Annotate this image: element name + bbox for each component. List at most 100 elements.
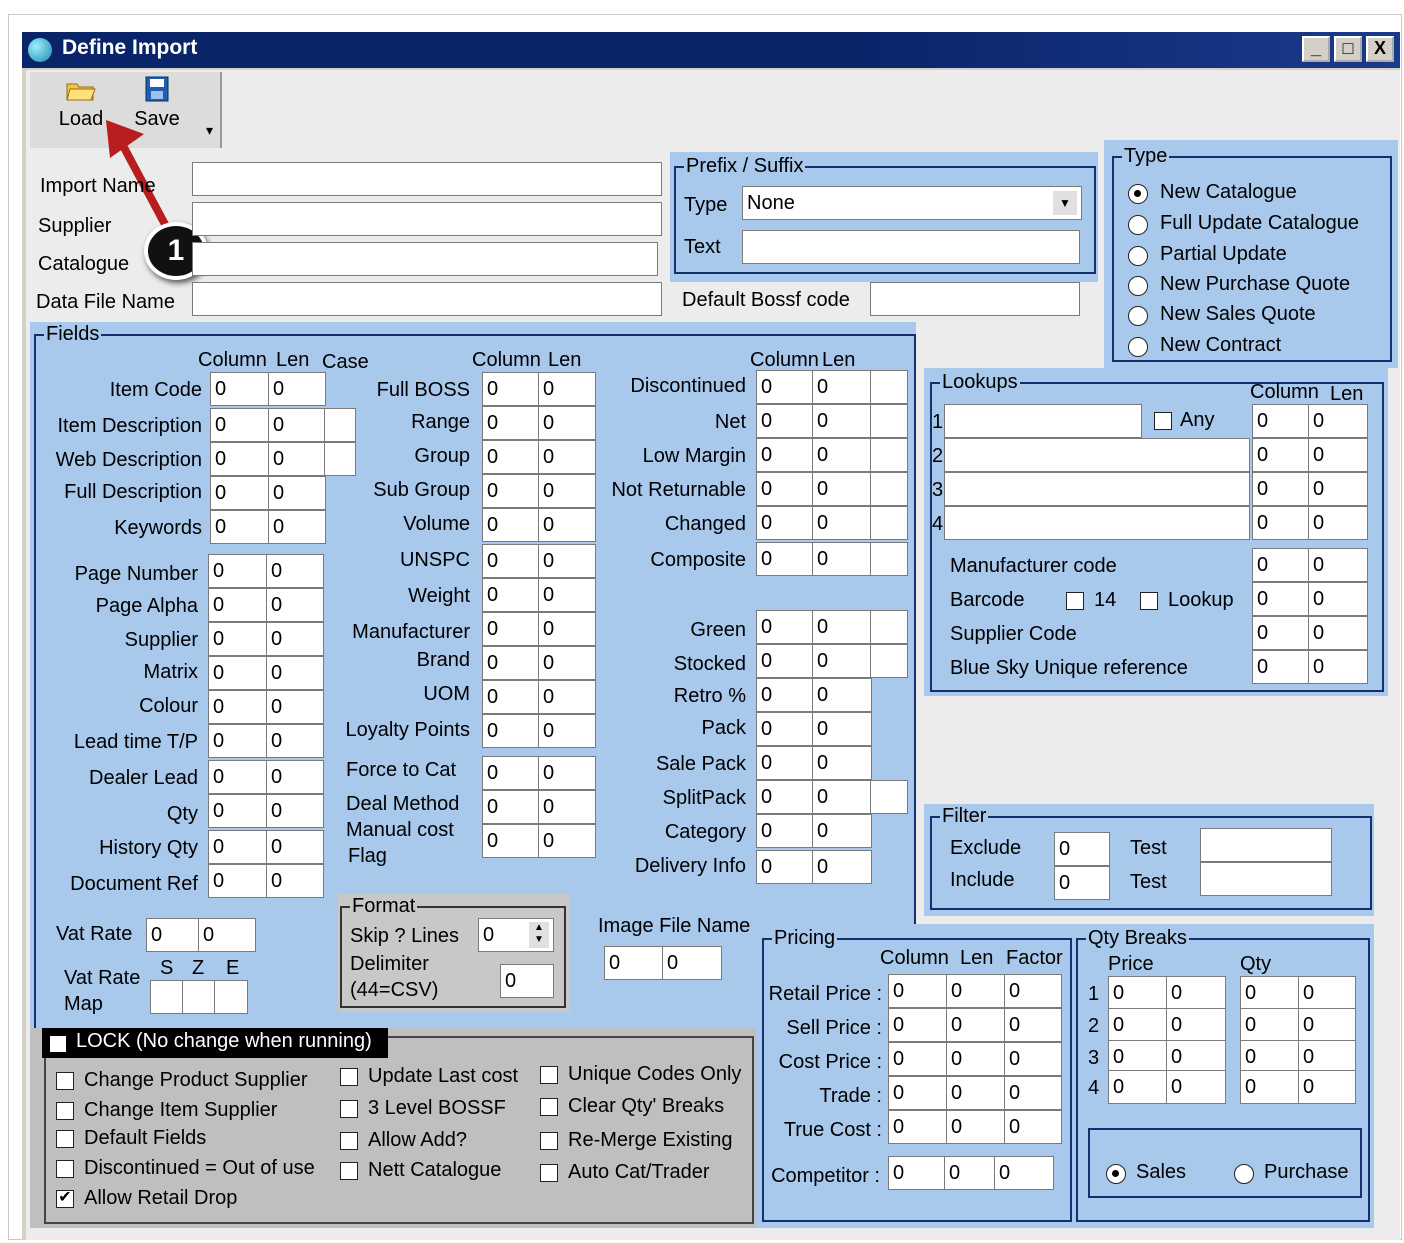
lookup-row-len[interactable]: 0 [1308, 548, 1368, 582]
qty-qty-len[interactable]: 0 [1298, 1008, 1356, 1042]
lock-option-checkbox[interactable] [540, 1164, 558, 1182]
field-right-case[interactable] [870, 370, 908, 404]
vat-map-e[interactable] [214, 980, 248, 1014]
qty-price-column[interactable]: 0 [1108, 1040, 1168, 1074]
field-right-len[interactable]: 0 [812, 712, 872, 746]
field-right-column[interactable]: 0 [756, 404, 814, 438]
field-left-column[interactable]: 0 [210, 372, 270, 406]
field-right-case[interactable] [870, 610, 908, 644]
vat-map-s[interactable] [150, 980, 184, 1014]
pricing-len[interactable]: 0 [946, 1076, 1006, 1110]
field-right-len[interactable]: 0 [812, 850, 872, 884]
load-button[interactable]: Load [56, 76, 106, 131]
field-right-column[interactable]: 0 [756, 644, 814, 678]
type-radio-4[interactable] [1128, 306, 1148, 326]
qty-qty-len[interactable]: 0 [1298, 1070, 1356, 1104]
lookup-input[interactable] [944, 438, 1250, 472]
filter-include-test-input[interactable] [1200, 862, 1332, 896]
any-checkbox[interactable] [1154, 412, 1172, 430]
field-right-column[interactable]: 0 [756, 542, 814, 576]
lookup-len[interactable]: 0 [1308, 404, 1368, 438]
field-left-len[interactable]: 0 [268, 510, 326, 544]
field-right-len[interactable]: 0 [812, 814, 872, 848]
lookup-row-len[interactable]: 0 [1308, 650, 1368, 684]
field-left-column[interactable]: 0 [208, 656, 268, 690]
lock-option-checkbox[interactable] [56, 1160, 74, 1178]
field-left-column[interactable]: 0 [210, 408, 270, 442]
field-left-len[interactable]: 0 [266, 554, 324, 588]
qty-price-column[interactable]: 0 [1108, 1008, 1168, 1042]
field-right-column[interactable]: 0 [756, 438, 814, 472]
field-mid-column[interactable]: 0 [482, 544, 540, 578]
type-radio-2[interactable] [1128, 246, 1148, 266]
pricing-column[interactable]: 0 [888, 1008, 948, 1042]
field-right-case[interactable] [870, 438, 908, 472]
field-right-len[interactable]: 0 [812, 438, 872, 472]
field-right-column[interactable]: 0 [756, 610, 814, 644]
field-right-len[interactable]: 0 [812, 746, 872, 780]
lookup-row-len[interactable]: 0 [1308, 582, 1368, 616]
lock-option-checkbox[interactable] [56, 1072, 74, 1090]
field-right-column[interactable]: 0 [756, 678, 814, 712]
prefix-type-select[interactable]: None ▼ [742, 186, 1082, 220]
field-right-case[interactable] [870, 404, 908, 438]
lock-option-checkbox[interactable] [540, 1098, 558, 1116]
type-radio-0[interactable] [1128, 184, 1148, 204]
field-mid-column[interactable]: 0 [482, 440, 540, 474]
lock-option-checkbox[interactable] [340, 1162, 358, 1180]
field-left-len[interactable]: 0 [266, 690, 324, 724]
delimiter-input[interactable]: 0 [500, 964, 554, 998]
field-right-case[interactable] [870, 472, 908, 506]
lock-option-checkbox[interactable] [56, 1130, 74, 1148]
prefix-text-input[interactable] [742, 230, 1080, 264]
pricing-column[interactable]: 0 [888, 1042, 948, 1076]
field-left-len[interactable]: 0 [266, 622, 324, 656]
qty-qty-column[interactable]: 0 [1240, 1008, 1300, 1042]
field-left-len[interactable]: 0 [268, 476, 326, 510]
field-right-column[interactable]: 0 [756, 712, 814, 746]
type-radio-1[interactable] [1128, 215, 1148, 235]
field-mid-column[interactable]: 0 [482, 680, 540, 714]
lookup-input[interactable] [944, 472, 1250, 506]
field-left-len[interactable]: 0 [266, 794, 324, 828]
lookup-column[interactable]: 0 [1252, 506, 1310, 540]
lookup-len[interactable]: 0 [1308, 438, 1368, 472]
field-right-column[interactable]: 0 [756, 472, 814, 506]
field-mid-column[interactable]: 0 [482, 508, 540, 542]
qty-price-column[interactable]: 0 [1108, 1070, 1168, 1104]
pricing-len[interactable]: 0 [946, 1008, 1006, 1042]
field-mid-column[interactable]: 0 [482, 612, 540, 646]
lock-option-checkbox[interactable] [340, 1132, 358, 1150]
field-right-case[interactable] [870, 542, 908, 576]
field-mid-column[interactable]: 0 [482, 756, 540, 790]
field-mid-column[interactable]: 0 [482, 646, 540, 680]
pricing-factor[interactable]: 0 [1004, 1008, 1062, 1042]
field-left-column[interactable]: 0 [208, 690, 268, 724]
lookup-row-column[interactable]: 0 [1252, 548, 1310, 582]
lock-option-checkbox[interactable] [540, 1132, 558, 1150]
vat-rate-len[interactable]: 0 [198, 918, 256, 952]
field-mid-column[interactable]: 0 [482, 578, 540, 612]
qty-price-len[interactable]: 0 [1166, 1040, 1226, 1074]
field-right-len[interactable]: 0 [812, 678, 872, 712]
field-left-len[interactable]: 0 [266, 864, 324, 898]
field-left-len[interactable]: 0 [268, 408, 326, 442]
import-name-input[interactable] [192, 162, 662, 196]
field-right-len[interactable]: 0 [812, 542, 872, 576]
type-radio-3[interactable] [1128, 276, 1148, 296]
barcode-14-checkbox[interactable] [1066, 592, 1084, 610]
field-right-len[interactable]: 0 [812, 780, 872, 814]
field-right-column[interactable]: 0 [756, 370, 814, 404]
field-left-column[interactable]: 0 [208, 760, 268, 794]
field-left-len[interactable]: 0 [266, 656, 324, 690]
lookup-row-column[interactable]: 0 [1252, 650, 1310, 684]
field-right-len[interactable]: 0 [812, 644, 872, 678]
qty-qty-len[interactable]: 0 [1298, 1040, 1356, 1074]
vat-map-z[interactable] [182, 980, 216, 1014]
field-right-case[interactable] [870, 644, 908, 678]
lookup-column[interactable]: 0 [1252, 404, 1310, 438]
qty-price-len[interactable]: 0 [1166, 1008, 1226, 1042]
field-mid-column[interactable]: 0 [482, 474, 540, 508]
field-left-len[interactable]: 0 [266, 830, 324, 864]
lookup-row-column[interactable]: 0 [1252, 616, 1310, 650]
